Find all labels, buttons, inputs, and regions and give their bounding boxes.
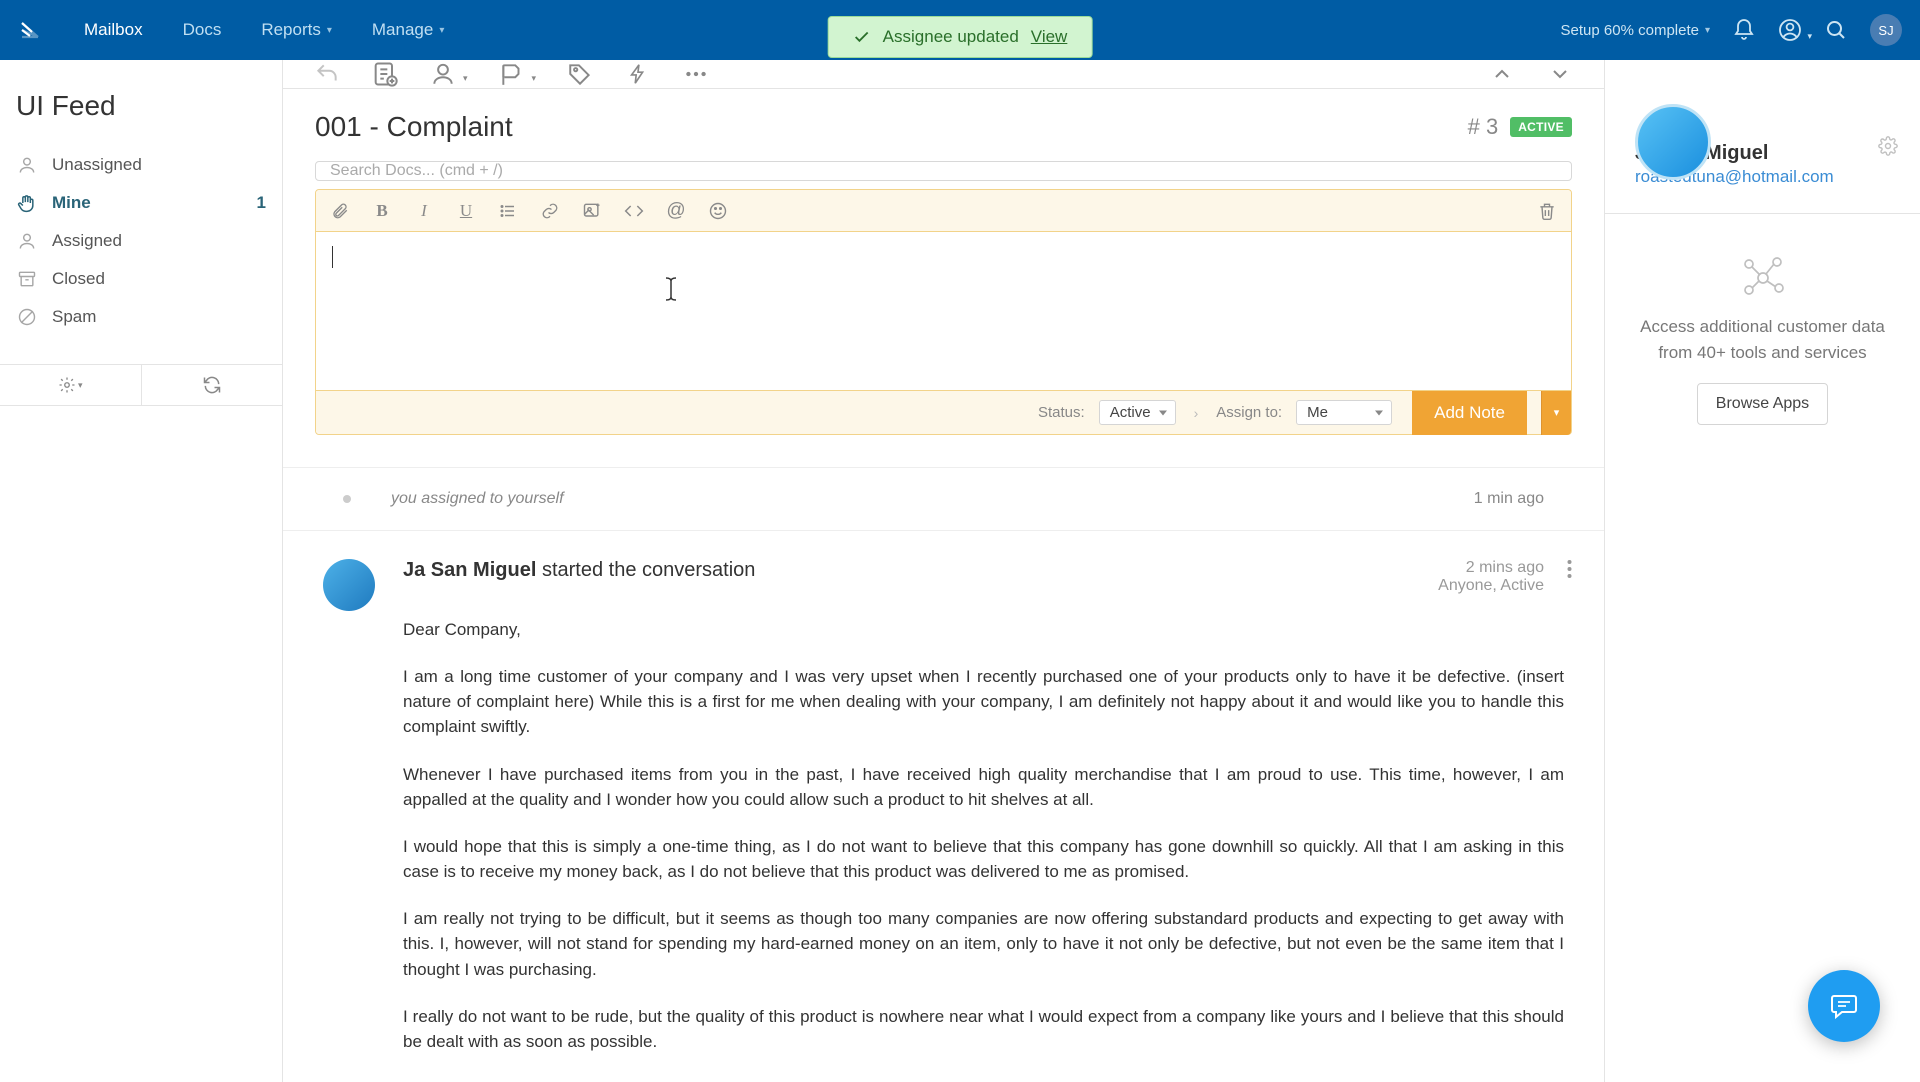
tag-icon[interactable] — [566, 60, 594, 88]
note-editor: B I U @ Status: Active › Assign to: — [315, 189, 1572, 435]
integrations-icon — [1739, 254, 1787, 296]
note-icon[interactable] — [371, 60, 399, 88]
block-icon — [16, 306, 38, 328]
conversation-toolbar: ▾ ▾ — [283, 60, 1604, 89]
sidebar-settings-button[interactable]: ▾ — [0, 365, 142, 405]
message-menu-icon[interactable] — [1567, 559, 1572, 579]
underline-icon[interactable]: U — [456, 201, 476, 221]
chevron-down-icon: ▾ — [463, 73, 468, 84]
link-icon[interactable] — [540, 201, 560, 221]
editor-footer: Status: Active › Assign to: Me Add Note … — [316, 390, 1571, 434]
sender-avatar[interactable] — [323, 559, 375, 611]
message-time: 2 mins ago — [1438, 559, 1544, 577]
customer-settings-icon[interactable] — [1878, 136, 1898, 156]
integrations-text: Access additional customer data from 40+… — [1635, 314, 1890, 365]
more-options-icon[interactable] — [682, 60, 710, 88]
hand-icon — [16, 192, 38, 214]
message-visibility: Anyone, Active — [1438, 577, 1544, 595]
sidebar-refresh-button[interactable] — [142, 365, 283, 405]
customer-avatar[interactable] — [1635, 104, 1711, 180]
setup-progress[interactable]: Setup 60% complete▾ — [1561, 22, 1710, 39]
customer-panel: Ja San Miguel roastedtuna@hotmail.com Ac… — [1604, 60, 1920, 1082]
refresh-icon — [202, 375, 222, 395]
message-item: Ja San Miguel started the conversation 2… — [283, 531, 1604, 1082]
assign-label: Assign to: — [1216, 404, 1282, 421]
chevron-down-icon: ▾ — [327, 25, 332, 36]
nav-mailbox[interactable]: Mailbox — [64, 0, 163, 60]
text-caret — [332, 246, 333, 268]
search-docs-input[interactable]: Search Docs... (cmd + /) — [315, 161, 1572, 181]
message-body: Dear Company, I am a long time customer … — [403, 617, 1564, 1054]
toast-notification: Assignee updated View — [828, 16, 1093, 58]
conversation-panel: ▾ ▾ 001 - Complaint # 3 ACTIVE Search Do… — [283, 60, 1604, 1082]
search-icon[interactable] — [1824, 18, 1848, 42]
emoji-icon[interactable] — [708, 201, 728, 221]
status-badge: ACTIVE — [1510, 117, 1572, 137]
account-icon[interactable]: ▾ — [1778, 18, 1802, 42]
image-icon[interactable] — [582, 201, 602, 221]
notifications-icon[interactable] — [1732, 18, 1756, 42]
folder-assigned[interactable]: Assigned — [0, 222, 282, 260]
sidebar: UI Feed Unassigned Mine 1 Assigned Close… — [0, 60, 283, 1082]
workflow-icon[interactable] — [624, 60, 652, 88]
attachment-icon[interactable] — [330, 201, 350, 221]
toast-message: Assignee updated — [883, 27, 1019, 47]
editor-textarea[interactable] — [316, 232, 1571, 390]
nav-reports[interactable]: Reports▾ — [241, 0, 352, 60]
app-logo-icon[interactable] — [18, 18, 42, 42]
assign-select[interactable]: Me — [1296, 400, 1392, 425]
collapse-up-icon[interactable] — [1488, 60, 1516, 88]
editor-toolbar: B I U @ — [316, 190, 1571, 232]
assign-icon[interactable] — [429, 60, 457, 88]
italic-icon[interactable]: I — [414, 201, 434, 221]
status-label: Status: — [1038, 404, 1085, 421]
nav-docs[interactable]: Docs — [163, 0, 242, 60]
chevron-down-icon: ▾ — [439, 25, 444, 36]
nav-manage[interactable]: Manage▾ — [352, 0, 464, 60]
bold-icon[interactable]: B — [372, 201, 392, 221]
list-icon[interactable] — [498, 201, 518, 221]
folder-unassigned[interactable]: Unassigned — [0, 146, 282, 184]
chevron-right-icon: › — [1190, 405, 1203, 421]
feed-title: UI Feed — [0, 60, 282, 146]
status-change-icon[interactable] — [498, 60, 526, 88]
chevron-down-icon: ▾ — [1554, 406, 1560, 419]
user-avatar[interactable]: SJ — [1870, 14, 1902, 46]
user-outline-icon — [16, 154, 38, 176]
activity-text: you assigned to yourself — [391, 490, 564, 508]
ticket-number: # 3 — [1468, 114, 1499, 140]
folder-spam[interactable]: Spam — [0, 298, 282, 336]
activity-time: 1 min ago — [1474, 490, 1544, 508]
archive-icon — [16, 268, 38, 290]
chat-icon — [1828, 990, 1860, 1022]
check-icon — [853, 28, 871, 46]
status-select[interactable]: Active — [1099, 400, 1176, 425]
add-note-button[interactable]: Add Note — [1412, 391, 1527, 435]
gear-icon — [58, 376, 76, 394]
chevron-down-icon: ▾ — [1705, 25, 1710, 36]
activity-log-row: you assigned to yourself 1 min ago — [283, 467, 1604, 531]
text-cursor-icon — [664, 276, 678, 302]
browse-apps-button[interactable]: Browse Apps — [1697, 383, 1828, 425]
delete-draft-icon[interactable] — [1537, 201, 1557, 221]
folder-mine[interactable]: Mine 1 — [0, 184, 282, 222]
mention-icon[interactable]: @ — [666, 201, 686, 221]
code-icon[interactable] — [624, 201, 644, 221]
user-icon — [16, 230, 38, 252]
message-from: Ja San Miguel started the conversation — [403, 559, 755, 582]
conversation-title: 001 - Complaint — [315, 111, 513, 143]
activity-dot-icon — [343, 495, 351, 503]
toast-view-link[interactable]: View — [1031, 27, 1068, 47]
folder-closed[interactable]: Closed — [0, 260, 282, 298]
chevron-down-icon: ▾ — [532, 73, 537, 84]
collapse-down-icon[interactable] — [1546, 60, 1574, 88]
reply-back-icon[interactable] — [313, 60, 341, 88]
help-beacon-button[interactable] — [1808, 970, 1880, 1042]
add-note-dropdown[interactable]: ▾ — [1541, 391, 1571, 435]
